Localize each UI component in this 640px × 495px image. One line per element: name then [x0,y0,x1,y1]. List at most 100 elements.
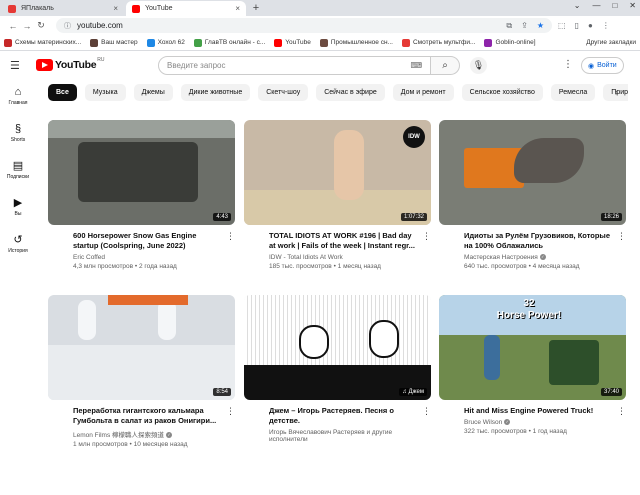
bookmark-item[interactable]: Смотреть мультфи... [401,38,475,47]
video-menu-icon[interactable]: ⋮ [617,406,626,417]
video-thumbnail[interactable]: 4:43 [48,120,235,225]
video-card[interactable]: ♫ Джем Джем – Игорь Растеряев. Песня о де… [244,295,431,443]
video-card[interactable]: 8:54 Переработка гигантского кальмара Гум… [48,295,235,448]
video-menu-icon[interactable]: ⋮ [226,231,235,242]
mini-guide: ⌂ Главная § Shorts ▤ Подписки ▶ Вы ↺ История [0,79,36,264]
tab-label: ЯПлакаль [21,5,54,12]
video-title[interactable]: Идиоты за Рулём Грузовиков, Которые на 1… [464,231,612,251]
video-menu-icon[interactable]: ⋮ [422,231,431,242]
settings-menu-icon[interactable]: ⋮ [563,59,573,70]
channel-name[interactable]: Игорь Вячеславович Растеряев и другие ис… [269,429,417,443]
upload-age: 4 месяца назад [532,263,580,270]
browser-tab-youtube[interactable]: YouTube × [126,1,246,16]
guide-item-library[interactable]: ▶ Вы [0,190,36,227]
bookmark-favicon-icon [4,38,12,47]
video-title[interactable]: Переработка гигантского кальмара Гумболь… [73,406,221,426]
open-in-app-icon[interactable]: ⧉ [506,21,512,31]
video-title[interactable]: Джем – Игорь Растеряев. Песня о детстве. [269,406,417,426]
menu-icon[interactable]: ☰ [10,59,24,72]
browser-tab-bar: ЯПлакаль × YouTube × + ⌄ — □ ✕ [0,0,640,16]
video-card[interactable]: 4:43 600 Horsepower Snow Gas Engine start… [48,120,235,270]
chevron-right-icon[interactable]: › [615,84,618,101]
side-panel-icon[interactable]: ▯ [575,21,579,30]
video-menu-icon[interactable]: ⋮ [617,231,626,242]
video-card[interactable]: 32 Horse Power! 37:40 Hit and Miss Engine … [439,295,626,435]
close-window-icon[interactable]: ✕ [629,1,636,10]
new-tab-button[interactable]: + [250,2,262,14]
view-count: 322 тыс. просмотров [464,428,527,435]
channel-name[interactable]: IDW - Total Idiots At Work [269,254,417,261]
bookmark-label: Промышленное сн... [330,39,393,46]
youtube-logo[interactable]: YouTube RU [36,57,105,71]
video-card[interactable]: IDW 1:07:32 TOTAL IDIOTS AT WORK #196 | Ba… [244,120,431,270]
tab-label: YouTube [145,5,173,12]
maximize-icon[interactable]: □ [612,1,617,10]
chip[interactable]: Сейчас в эфире [316,84,385,101]
back-icon[interactable]: ← [6,21,20,31]
video-card[interactable]: 18:26 Идиоты за Рулём Грузовиков, Которые… [439,120,626,270]
channel-name[interactable]: Мастерская Настроения ✓ [464,254,612,261]
video-title[interactable]: 600 Horsepower Snow Gas Engine startup (… [73,231,221,251]
video-thumbnail[interactable]: 18:26 [439,120,626,225]
search-button[interactable]: ⌕ [431,56,460,75]
minimize-icon[interactable]: — [592,1,600,10]
video-thumbnail[interactable]: 32 Horse Power! 37:40 [439,295,626,400]
chip[interactable]: Дом и ремонт [392,84,454,101]
other-bookmarks-label: Другие закладки [586,39,636,46]
bookmark-item[interactable]: YouTube [274,38,311,47]
audio-badge: ♫ Джем [399,388,427,396]
chip[interactable]: Скетч-шоу [258,84,309,101]
channel-name[interactable]: Lemon Films 檸檬職人探索頻道 ✓ [73,429,221,439]
video-thumbnail[interactable]: ♫ Джем [244,295,431,400]
chip[interactable]: Сельское хозяйство [461,84,543,101]
share-icon[interactable]: ⇪ [521,21,528,31]
keyboard-icon[interactable]: ⌨ [410,61,422,70]
chip[interactable]: Все [48,84,77,101]
bookmark-favicon-icon [401,38,410,47]
browser-tab-yaplakal[interactable]: ЯПлакаль × [2,1,124,16]
video-title[interactable]: Hit and Miss Engine Powered Truck! [464,406,612,416]
bookmark-item[interactable]: Промышленное сн... [319,38,393,47]
chip[interactable]: Музыка [84,84,126,101]
bookmark-item[interactable]: ГлавТВ онлайн - с... [193,38,265,47]
channel-name[interactable]: Bruce Wilson ✓ [464,419,612,426]
bookmark-item[interactable]: Схемы материнских... [4,38,81,47]
bookmark-label: YouTube [285,39,311,46]
duration-label: Джем [408,389,424,395]
video-thumbnail[interactable]: 8:54 [48,295,235,400]
close-tab-icon[interactable]: × [235,4,240,13]
other-bookmarks[interactable]: Другие закладки [586,39,636,46]
chip[interactable]: Ремесла [550,84,596,101]
forward-icon[interactable]: → [20,21,34,31]
chip[interactable]: Дикие животные [180,84,251,101]
reload-icon[interactable]: ↻ [34,20,48,31]
video-menu-icon[interactable]: ⋮ [226,406,235,417]
chevron-down-icon[interactable]: ⌄ [574,1,581,10]
chip[interactable]: Джемы [133,84,173,101]
guide-item-home[interactable]: ⌂ Главная [0,79,36,116]
browser-menu-icon[interactable]: ⋮ [602,21,610,30]
channel-name[interactable]: Eric Coffed [73,254,221,261]
sign-in-button[interactable]: ◉ Войти [581,57,624,74]
address-bar[interactable]: ⓘ youtube.com ⧉ ⇪ ★ [56,18,552,33]
video-title[interactable]: TOTAL IDIOTS AT WORK #196 | Bad day at w… [269,231,417,251]
profile-icon[interactable]: ● [588,21,593,30]
voice-search-button[interactable]: 🎙 [470,57,487,74]
video-menu-icon[interactable]: ⋮ [422,406,431,417]
browser-toolbar: ← → ↻ ⓘ youtube.com ⧉ ⇪ ★ ⬚ ▯ ● ⋮ [0,16,640,35]
search-input[interactable]: Введите запрос ⌨ [158,56,431,75]
bookmark-item[interactable]: Хохол 62 [146,38,185,47]
bookmark-item[interactable]: Goblin-online] [484,38,536,47]
video-thumbnail[interactable]: IDW 1:07:32 [244,120,431,225]
duration-badge: 18:26 [600,213,622,221]
bookmark-star-icon[interactable]: ★ [537,21,544,31]
bookmark-item[interactable]: Ваш мастер [90,38,138,47]
site-info-icon[interactable]: ⓘ [64,21,71,31]
view-count: 1 млн просмотров [73,441,128,448]
extensions-icon[interactable]: ⬚ [558,21,566,30]
guide-item-subscriptions[interactable]: ▤ Подписки [0,153,36,190]
guide-item-shorts[interactable]: § Shorts [0,116,36,153]
duration-badge: 37:40 [600,388,622,396]
close-tab-icon[interactable]: × [113,4,118,13]
guide-item-history[interactable]: ↺ История [0,227,36,264]
